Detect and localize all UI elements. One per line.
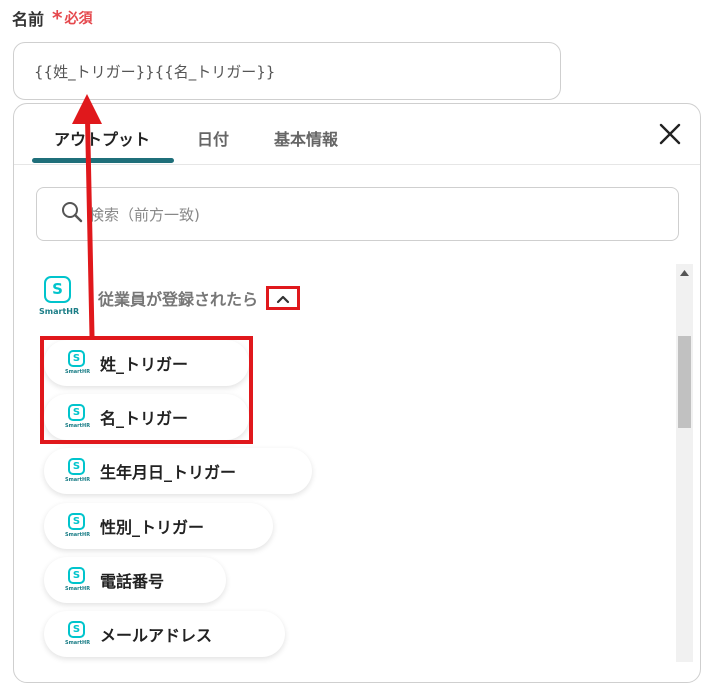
active-tab-indicator [32, 158, 174, 163]
scroll-up-arrow-icon[interactable] [676, 264, 693, 281]
tab-basic-info[interactable]: 基本情報 [274, 126, 338, 150]
name-input-value: {{姓_トリガー}}{{名_トリガー}} [34, 62, 276, 81]
output-item-label: 生年月日_トリガー [100, 463, 237, 482]
output-item[interactable]: S SmartHR 生年月日_トリガー [44, 448, 312, 494]
output-item[interactable]: S SmartHR 名_トリガー [44, 394, 249, 440]
output-item[interactable]: S SmartHR 性別_トリガー [44, 503, 273, 549]
output-item[interactable]: S SmartHR メールアドレス [44, 611, 285, 657]
smarthr-logo-text: SmartHR [39, 307, 80, 316]
smarthr-mini-icon: S SmartHR [65, 457, 90, 485]
smarthr-mini-icon: S SmartHR [65, 349, 90, 377]
required-asterisk: * [52, 6, 63, 30]
smarthr-mini-icon: S SmartHR [65, 620, 90, 648]
smarthr-mini-icon: S SmartHR [65, 512, 90, 540]
tab-output[interactable]: アウトプット [54, 126, 150, 150]
output-item-label: 姓_トリガー [100, 355, 189, 374]
tab-bar: アウトプット 日付 基本情報 [14, 104, 700, 165]
required-text: 必須 [64, 11, 93, 27]
tab-date[interactable]: 日付 [197, 126, 229, 150]
output-item-label: 名_トリガー [100, 409, 189, 428]
scrollbar[interactable] [676, 264, 693, 662]
field-label-text: 名前 [12, 10, 45, 29]
trigger-title: 従業員が登録されたら [98, 290, 259, 309]
smarthr-mini-icon: S SmartHR [65, 403, 90, 431]
name-input[interactable]: {{姓_トリガー}}{{名_トリガー}} [13, 42, 561, 100]
output-item[interactable]: S SmartHR 電話番号 [44, 557, 226, 603]
smarthr-logo-glyph: S [52, 280, 63, 298]
trigger-group-header: S SmartHR 従業員が登録されたら [39, 276, 301, 320]
search-input[interactable]: 検索（前方一致) [36, 187, 679, 241]
scrollbar-thumb[interactable] [678, 336, 691, 428]
smarthr-mini-icon: S SmartHR [65, 566, 90, 594]
output-item-label: 性別_トリガー [100, 518, 205, 537]
output-item-label: メールアドレス [100, 626, 213, 645]
close-icon[interactable] [658, 122, 682, 146]
smarthr-logo: S SmartHR [39, 276, 79, 320]
search-icon [61, 201, 83, 227]
collapse-button[interactable] [266, 286, 301, 310]
output-item-label: 電話番号 [100, 572, 165, 591]
chevron-up-icon [276, 289, 290, 308]
search-placeholder: 検索（前方一致) [89, 205, 200, 224]
field-label: 名前 * 必須 [12, 6, 92, 30]
output-item[interactable]: S SmartHR 姓_トリガー [44, 340, 249, 386]
